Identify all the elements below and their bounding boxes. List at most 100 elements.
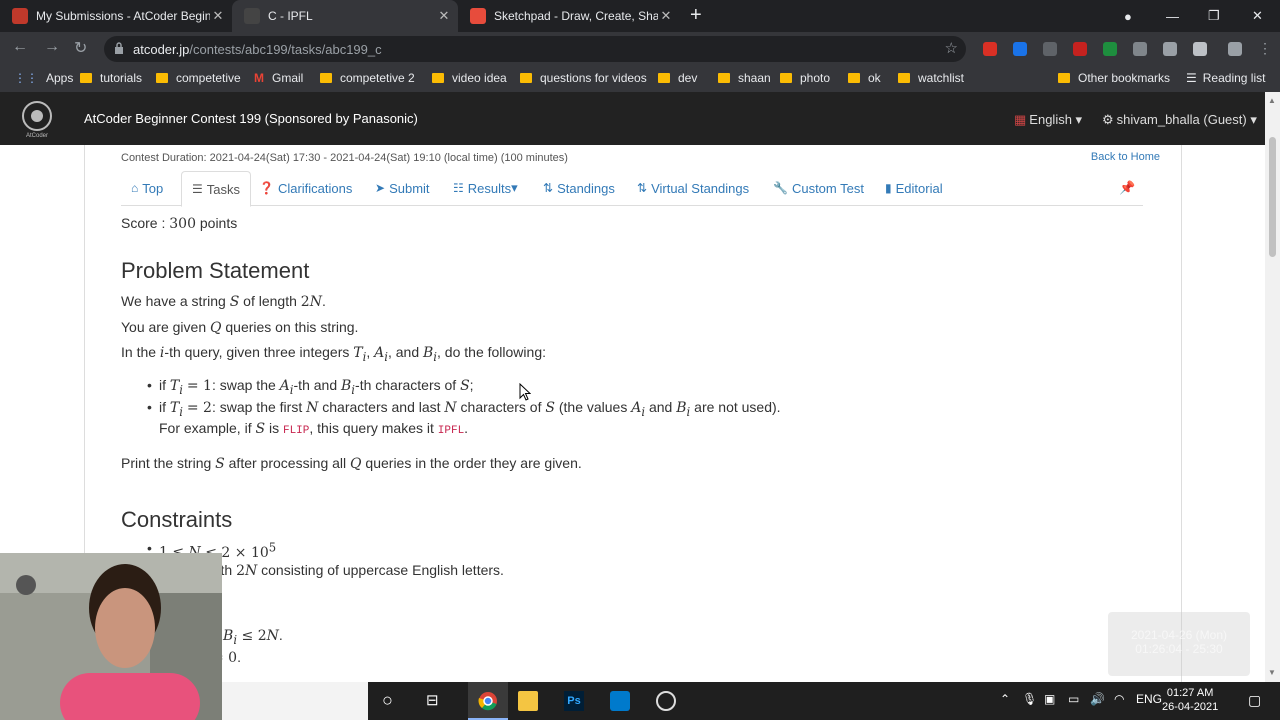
- close-icon[interactable]: ✕: [658, 8, 674, 24]
- webcam-overlay: [0, 553, 222, 720]
- tab-sketchpad[interactable]: Sketchpad - Draw, Create, Share! ✕: [458, 0, 680, 32]
- extension-avatar-icon[interactable]: [1193, 42, 1207, 56]
- bookmark-dev[interactable]: dev: [658, 71, 697, 85]
- bookmark-star-icon[interactable]: ☆: [945, 39, 958, 57]
- webcam-person-image: [0, 553, 222, 720]
- profile-icon[interactable]: ●: [1124, 0, 1132, 32]
- tab-editorial[interactable]: ▮ Editorial: [885, 171, 943, 205]
- tab-results[interactable]: ☷ Results ▾: [453, 171, 518, 205]
- tab-standings[interactable]: ⇅ Standings: [543, 171, 615, 205]
- bookmark-label: Apps: [46, 71, 74, 85]
- folder-icon: [898, 73, 910, 83]
- tab-title: My Submissions - AtCoder Beginner Contes…: [36, 9, 210, 23]
- chrome-icon: [478, 692, 497, 711]
- bookmark-watchlist[interactable]: watchlist: [898, 71, 964, 85]
- extension-generic-icon[interactable]: [1228, 42, 1242, 56]
- cortana-icon[interactable]: ○: [382, 690, 393, 711]
- list-icon: ☰: [192, 182, 203, 196]
- extension-red-icon[interactable]: [983, 42, 997, 56]
- bullet: •: [147, 399, 152, 415]
- scroll-up-arrow-icon[interactable]: ▲: [1268, 96, 1276, 105]
- contest-title[interactable]: AtCoder Beginner Contest 199 (Sponsored …: [84, 111, 418, 126]
- new-tab-button[interactable]: +: [690, 4, 702, 27]
- file-explorer-icon[interactable]: [518, 691, 538, 711]
- folder-icon: [80, 73, 92, 83]
- language-selector[interactable]: ▦ English ▾: [1014, 112, 1082, 128]
- scroll-down-arrow-icon[interactable]: ▼: [1268, 668, 1276, 677]
- statement-line-3: In the i-th query, given three integers …: [121, 344, 546, 364]
- clock-date: 26-04-2021: [1162, 701, 1219, 713]
- folder-icon: [432, 73, 444, 83]
- tab-label: Submit: [389, 180, 430, 196]
- pin-icon[interactable]: 📌: [1119, 171, 1135, 205]
- back-to-home-link[interactable]: Back to Home: [1091, 151, 1160, 163]
- bookmark-label: questions for videos: [540, 71, 647, 85]
- input-language[interactable]: ENG: [1136, 692, 1162, 706]
- tab-tasks[interactable]: ☰ Tasks: [181, 171, 251, 207]
- notification-center-icon[interactable]: ▢: [1248, 692, 1261, 709]
- bookmark-apps[interactable]: ⋮⋮ Apps: [14, 71, 73, 85]
- tab-clarifications[interactable]: ❓ Clarifications: [259, 171, 352, 205]
- extension-green-icon[interactable]: [1103, 42, 1117, 56]
- taskbar-clock[interactable]: 01:27 AM 26-04-2021: [1162, 686, 1218, 714]
- extension-gray-icon[interactable]: [1043, 42, 1057, 56]
- photoshop-icon[interactable]: Ps: [564, 691, 584, 711]
- close-icon[interactable]: ✕: [436, 8, 452, 24]
- tab-label: Editorial: [895, 180, 943, 196]
- bookmark-photo[interactable]: photo: [780, 71, 830, 85]
- reload-icon[interactable]: ↻: [74, 38, 87, 58]
- extensions-puzzle-icon[interactable]: [1163, 42, 1177, 56]
- taskbar-search-box[interactable]: [222, 682, 368, 720]
- list-bullet-icon: ☷: [453, 181, 464, 195]
- bookmark-video-idea[interactable]: video idea: [432, 71, 507, 85]
- bookmark-questions-for-videos[interactable]: questions for videos: [520, 71, 647, 85]
- omnibox[interactable]: atcoder.jp/contests/abc199/tasks/abc199_…: [104, 36, 966, 62]
- microphone-icon[interactable]: 🎙: [1022, 692, 1037, 706]
- atcoder-logo[interactable]: AtCoder: [14, 98, 60, 138]
- tab-c-ipfl[interactable]: C - IPFL ✕: [232, 0, 458, 32]
- bookmarks-bar: ⋮⋮ Apps tutorials competetive M Gmail comp…: [0, 66, 1280, 92]
- back-arrow-icon[interactable]: ←: [12, 38, 28, 56]
- task-view-icon[interactable]: ⊟: [426, 691, 439, 709]
- contest-nav-tabs: ⌂ Top ☰ Tasks ❓ Clarifications ➤ Submit ☷ Res…: [121, 171, 1143, 207]
- forward-arrow-icon[interactable]: →: [44, 38, 60, 56]
- home-icon: ⌂: [131, 181, 139, 195]
- chrome-menu-icon[interactable]: ⋮: [1258, 40, 1272, 57]
- main-content: Contest Duration: 2021-04-24(Sat) 17:30 …: [84, 145, 1182, 682]
- bookmark-competetive-2[interactable]: competetive 2: [320, 71, 415, 85]
- bookmark-label: tutorials: [100, 71, 143, 85]
- tab-top[interactable]: ⌂ Top: [131, 171, 163, 205]
- vscode-icon[interactable]: [610, 691, 630, 711]
- bookmark-shaan[interactable]: shaan: [718, 71, 771, 85]
- scrollbar-thumb[interactable]: [1269, 137, 1276, 257]
- atcoder-header: AtCoder AtCoder Beginner Contest 199 (Sp…: [0, 92, 1265, 145]
- page-scrollbar[interactable]: ▲ ▼: [1265, 92, 1280, 682]
- tab-virtual-standings[interactable]: ⇅ Virtual Standings: [637, 171, 749, 205]
- tab-label: Virtual Standings: [651, 180, 750, 196]
- user-menu[interactable]: ⚙ shivam_bhalla (Guest) ▾: [1102, 112, 1257, 128]
- network-shield-icon[interactable]: ▣: [1044, 692, 1055, 706]
- bookmark-gmail[interactable]: M Gmail: [254, 71, 303, 85]
- bookmark-tutorials[interactable]: tutorials: [80, 71, 142, 85]
- volume-icon[interactable]: 🔊: [1090, 692, 1105, 706]
- extension-pdf-icon[interactable]: [1073, 42, 1087, 56]
- taskbar-chrome[interactable]: [468, 682, 508, 720]
- bookmark-ok[interactable]: ok: [848, 71, 881, 85]
- battery-icon[interactable]: ▭: [1068, 692, 1079, 706]
- tray-overflow-icon[interactable]: ⌃: [1000, 692, 1010, 706]
- question-icon: ❓: [259, 181, 274, 195]
- bookmark-other-bookmarks[interactable]: Other bookmarks: [1058, 71, 1170, 85]
- window-close-icon[interactable]: ✕: [1252, 0, 1263, 32]
- wifi-icon[interactable]: ◠: [1114, 692, 1124, 706]
- bookmark-competetive[interactable]: competetive: [156, 71, 241, 85]
- bookmark-reading-list[interactable]: ☰ Reading list: [1186, 71, 1265, 85]
- tab-my-submissions[interactable]: My Submissions - AtCoder Beginner Contes…: [0, 0, 232, 32]
- close-icon[interactable]: ✕: [210, 8, 226, 24]
- restore-icon[interactable]: ❐: [1208, 0, 1220, 32]
- tab-custom-test[interactable]: 🔧 Custom Test: [773, 171, 864, 205]
- extension-camera-icon[interactable]: [1133, 42, 1147, 56]
- minimize-icon[interactable]: —: [1166, 0, 1179, 32]
- tab-submit[interactable]: ➤ Submit: [375, 171, 430, 205]
- extension-blue-icon[interactable]: [1013, 42, 1027, 56]
- obs-icon[interactable]: [656, 691, 676, 711]
